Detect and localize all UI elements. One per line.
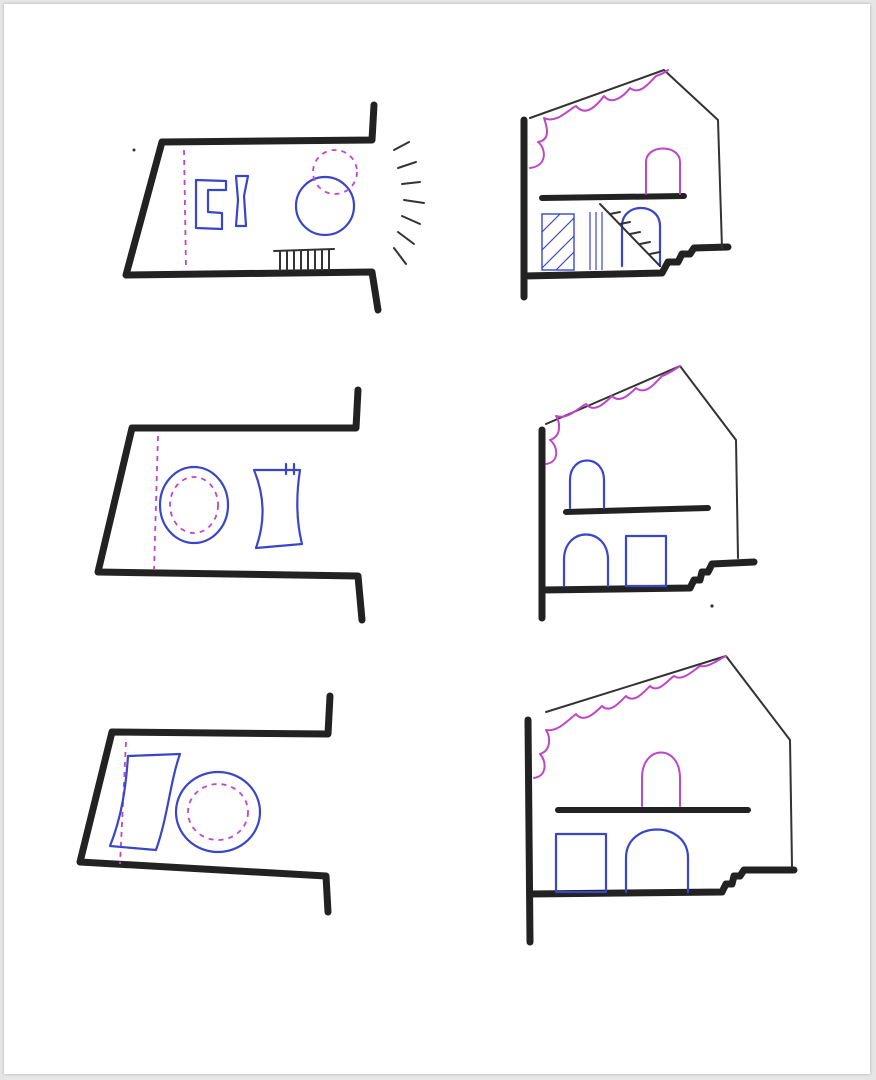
plan-top-balustrade [273, 248, 335, 271]
section-middle-arch-lower [562, 533, 610, 588]
plan-top-table [294, 175, 356, 237]
section-top-floor-slab [539, 193, 687, 201]
plan-middle-walls [94, 386, 366, 624]
plan-bottom [76, 692, 334, 916]
plan-middle [94, 386, 366, 624]
section-middle-cabinet [624, 534, 668, 588]
section-top-stairs [599, 203, 661, 267]
section-bottom-arch-lower [624, 828, 690, 894]
section-middle-arch-upper [568, 459, 606, 510]
section-middle-floor-slab [563, 505, 711, 515]
plan-top-dashed-circle [312, 149, 358, 195]
section-bottom-cabinet [554, 832, 608, 894]
plan-middle-sofa [252, 468, 304, 550]
section-top-arch-lower [620, 206, 662, 268]
section-top [520, 69, 732, 301]
plan-top-seat [194, 178, 228, 231]
section-top-ceiling-scallops [529, 69, 669, 169]
section-bottom-arch-upper [641, 751, 681, 807]
section-middle-roof [545, 365, 739, 559]
plan-top-walls [122, 101, 382, 314]
plan-middle-dashed-line [153, 435, 159, 571]
section-top-roof [529, 69, 723, 249]
section-top-hatched-block [541, 212, 603, 271]
plan-middle-dashed-circle [169, 476, 219, 534]
plan-top-light-rays [393, 141, 425, 265]
plan-bottom-dashed-circle [187, 783, 249, 841]
section-middle-ground [538, 426, 758, 622]
section-bottom-ceiling-scallops [533, 655, 727, 779]
section-middle [538, 365, 758, 622]
plan-bottom-walls [76, 692, 334, 916]
section-top-arch-upper [645, 147, 681, 195]
plan-top-bench [234, 174, 250, 228]
plan-top [122, 101, 425, 314]
section-middle-ceiling-scallops [545, 365, 681, 465]
architectural-sketches [76, 69, 798, 946]
plan-top-dashed-line [183, 149, 187, 269]
section-bottom [524, 655, 798, 946]
